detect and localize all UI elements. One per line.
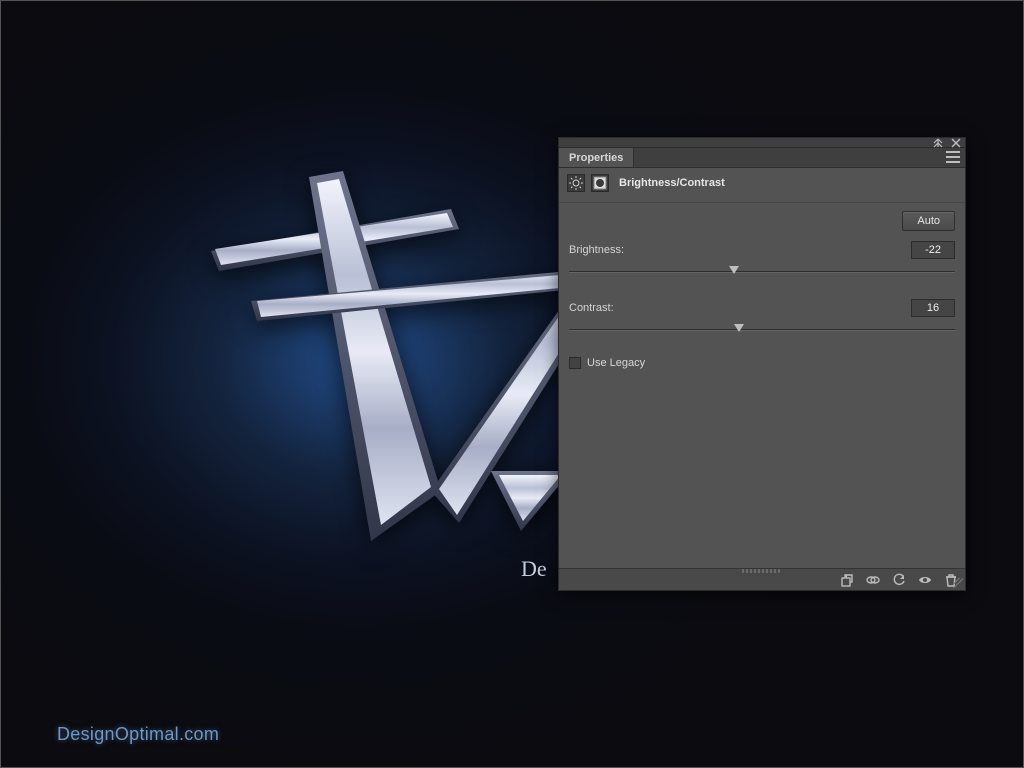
brightness-control: Brightness: -22 bbox=[569, 241, 955, 279]
reset-icon[interactable] bbox=[891, 572, 907, 588]
brightness-label: Brightness: bbox=[569, 244, 624, 256]
auto-button[interactable]: Auto bbox=[902, 211, 955, 231]
close-icon[interactable] bbox=[951, 138, 961, 148]
clip-to-layer-icon[interactable] bbox=[839, 572, 855, 588]
brightness-slider[interactable] bbox=[569, 265, 955, 279]
contrast-control: Contrast: 16 bbox=[569, 299, 955, 337]
panel-header: Brightness/Contrast bbox=[559, 168, 965, 203]
footer-grip bbox=[742, 569, 782, 573]
contrast-label: Contrast: bbox=[569, 302, 614, 314]
brightness-value[interactable]: -22 bbox=[911, 241, 955, 259]
brightness-adjustment-icon[interactable] bbox=[567, 174, 585, 192]
use-legacy-label: Use Legacy bbox=[587, 357, 645, 369]
contrast-value[interactable]: 16 bbox=[911, 299, 955, 317]
slider-track bbox=[569, 329, 955, 331]
use-legacy-row: Use Legacy bbox=[569, 357, 955, 369]
collapse-icon[interactable] bbox=[933, 138, 943, 148]
use-legacy-checkbox[interactable] bbox=[569, 357, 581, 369]
panel-footer bbox=[559, 568, 965, 590]
properties-panel: Properties Brightness/Contrast Auto bbox=[558, 137, 966, 591]
layer-mask-icon[interactable] bbox=[591, 174, 609, 192]
tab-properties[interactable]: Properties bbox=[559, 148, 634, 167]
panel-top-strip bbox=[559, 138, 965, 148]
visibility-eye-icon[interactable] bbox=[917, 572, 933, 588]
brightness-slider-thumb[interactable] bbox=[729, 266, 739, 274]
panel-menu-icon[interactable] bbox=[946, 151, 960, 163]
logo-subtext: De bbox=[521, 556, 547, 582]
contrast-slider[interactable] bbox=[569, 323, 955, 337]
panel-body: Auto Brightness: -22 Contrast: 16 bbox=[559, 203, 965, 567]
adjustment-title: Brightness/Contrast bbox=[619, 177, 725, 189]
contrast-slider-thumb[interactable] bbox=[734, 324, 744, 332]
view-previous-state-icon[interactable] bbox=[865, 572, 881, 588]
resize-grip[interactable] bbox=[953, 578, 963, 588]
panel-tabs: Properties bbox=[559, 148, 965, 168]
slider-track bbox=[569, 271, 955, 273]
watermark-text: DesignOptimal.com bbox=[57, 724, 219, 745]
